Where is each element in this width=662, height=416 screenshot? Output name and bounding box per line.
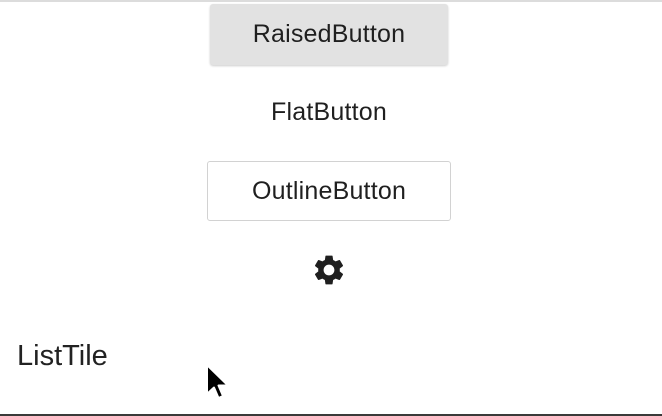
settings-icon-button[interactable] — [305, 246, 353, 294]
flat-button-label: FlatButton — [271, 97, 387, 126]
outline-button[interactable]: OutlineButton — [207, 161, 451, 221]
list-tile[interactable]: ListTile — [0, 322, 662, 390]
list-tile-title: ListTile — [17, 339, 108, 372]
raised-button-label: RaisedButton — [252, 20, 406, 48]
raised-button[interactable]: RaisedButton — [210, 4, 448, 65]
outline-button-label: OutlineButton — [251, 176, 407, 205]
flat-button[interactable]: FlatButton — [228, 86, 430, 138]
top-border — [0, 0, 662, 2]
gear-icon — [314, 255, 344, 285]
